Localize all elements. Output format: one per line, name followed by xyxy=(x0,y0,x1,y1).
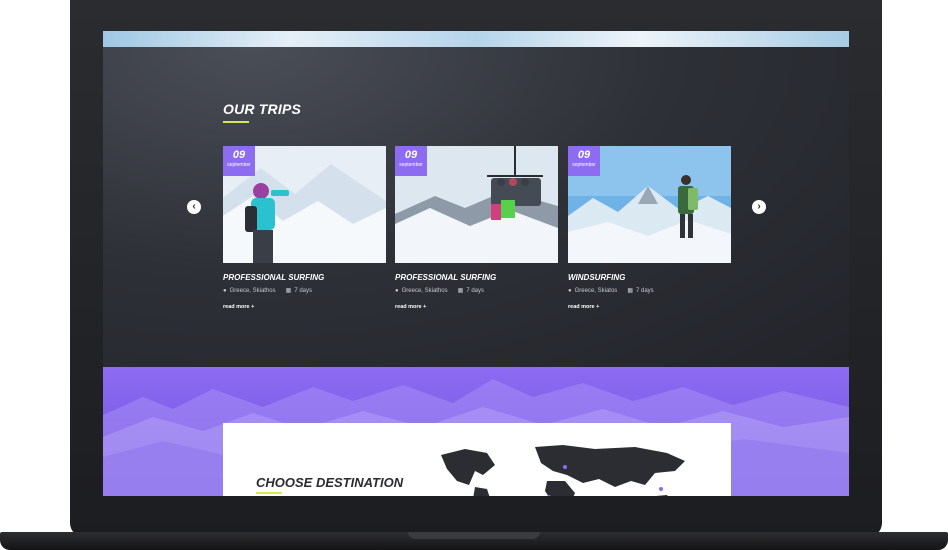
trip-card[interactable]: 09 september PROFESSIONAL SURFING ● Gree… xyxy=(223,146,386,310)
map-pin-icon: ● xyxy=(568,287,572,294)
date-badge: 09 september xyxy=(223,146,255,176)
read-more-link[interactable]: read more + xyxy=(568,304,731,310)
calendar-icon: ▦ xyxy=(627,288,633,294)
read-more-link[interactable]: read more + xyxy=(395,304,558,310)
trip-duration: 7 days xyxy=(635,287,654,294)
map-pin-icon: ● xyxy=(395,287,399,294)
trip-title[interactable]: PROFESSIONAL SURFING xyxy=(223,273,386,282)
trip-duration: 7 days xyxy=(466,287,485,294)
date-day: 09 xyxy=(577,149,591,161)
destination-panel: CHOOSE DESTINATION xyxy=(223,423,731,496)
trip-meta: ● Greece, Skiathos ▦ 7 days xyxy=(395,287,558,295)
trip-meta: ● Greece, Skiatos ▦ 7 days xyxy=(568,287,731,295)
trip-photo[interactable]: 09 september xyxy=(395,146,558,263)
date-month: september xyxy=(572,162,596,168)
chevron-left-icon[interactable]: ‹ xyxy=(187,200,201,214)
date-badge: 09 september xyxy=(395,146,427,176)
chevron-right-icon[interactable]: › xyxy=(752,200,766,214)
title-underline xyxy=(223,121,249,123)
title-underline xyxy=(256,492,282,494)
trip-meta: ● Greece, Skiathos ▦ 7 days xyxy=(223,287,386,295)
date-badge: 09 september xyxy=(568,146,600,176)
laptop-notch xyxy=(408,532,540,539)
date-day: 09 xyxy=(404,149,418,161)
trip-duration: 7 days xyxy=(294,287,313,294)
date-day: 09 xyxy=(232,149,246,161)
calendar-icon: ▦ xyxy=(457,288,464,294)
map-pin-icon: ● xyxy=(223,287,227,294)
website-screen: OUR TRIPS ‹ › 09 september PROFESSIONAL … xyxy=(103,31,849,496)
trip-location: Greece, Skiathos xyxy=(229,287,276,294)
trip-card[interactable]: 09 september PROFESSIONAL SURFING ● Gree… xyxy=(395,146,558,310)
trip-title[interactable]: WINDSURFING xyxy=(568,273,731,282)
date-month: september xyxy=(399,162,423,168)
trip-title[interactable]: PROFESSIONAL SURFING xyxy=(395,273,558,282)
calendar-icon: ▦ xyxy=(285,288,292,294)
trip-location: Greece, Skiatos xyxy=(574,287,618,294)
hero-image-strip xyxy=(103,31,849,47)
date-month: september xyxy=(227,162,251,168)
trip-photo[interactable]: 09 september xyxy=(568,146,731,263)
trip-photo[interactable]: 09 september xyxy=(223,146,386,263)
world-map[interactable] xyxy=(435,441,695,496)
read-more-link[interactable]: read more + xyxy=(223,304,386,310)
trip-location: Greece, Skiathos xyxy=(401,287,448,294)
trip-card[interactable]: 09 september WINDSURFING ● Greece, Skiat… xyxy=(568,146,731,310)
section-title: OUR TRIPS xyxy=(223,101,302,117)
choose-destination-title: CHOOSE DESTINATION xyxy=(256,475,404,490)
